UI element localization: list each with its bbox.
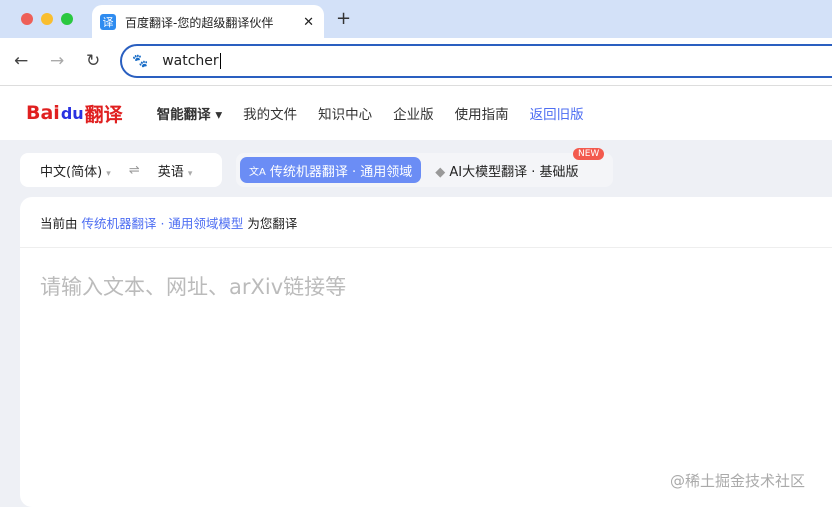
- menu-old-version[interactable]: 返回旧版: [530, 103, 584, 123]
- swap-icon[interactable]: ⇌: [129, 163, 140, 178]
- language-selector: 中文(简体) ▾ ⇌ 英语 ▾: [20, 153, 222, 187]
- model-link[interactable]: 传统机器翻译 · 通用领域模型: [82, 216, 244, 231]
- menu-smart-translate[interactable]: 智能翻译 ▾: [157, 103, 222, 123]
- site-paw-icon: 🐾: [132, 53, 149, 69]
- site-header: Bai du 翻译 智能翻译 ▾ 我的文件 知识中心 企业版 使用指南 返回旧版: [0, 86, 832, 140]
- tab-bar: 译 百度翻译-您的超级翻译伙伴 ✕ +: [0, 0, 832, 39]
- back-icon[interactable]: ←: [14, 51, 28, 71]
- maximize-window-button[interactable]: [61, 13, 73, 25]
- address-bar[interactable]: 🐾 watcher: [120, 44, 832, 78]
- menu-my-files[interactable]: 我的文件: [243, 103, 297, 123]
- close-tab-icon[interactable]: ✕: [303, 15, 314, 30]
- new-tab-button[interactable]: +: [336, 8, 351, 29]
- favicon-icon: 译: [100, 14, 116, 30]
- browser-tab[interactable]: 译 百度翻译-您的超级翻译伙伴 ✕: [92, 5, 324, 39]
- source-language[interactable]: 中文(简体) ▾: [40, 161, 111, 180]
- input-panel: 当前由 传统机器翻译 · 通用领域模型 为您翻译 请输入文本、网址、arXiv链…: [20, 197, 832, 507]
- translate-icon: 文A: [249, 166, 266, 178]
- divider: [20, 247, 832, 248]
- browser-toolbar: ← → ↻ 🐾 watcher: [0, 38, 832, 86]
- watermark: @稀土掘金技术社区: [670, 472, 806, 490]
- mode-traditional[interactable]: 文A 传统机器翻译 · 通用领域: [240, 157, 422, 183]
- menu-guide[interactable]: 使用指南: [455, 103, 509, 123]
- mode-switch: 文A 传统机器翻译 · 通用领域 ◆ AI大模型翻译 · 基础版: [236, 153, 613, 187]
- close-window-button[interactable]: [21, 13, 33, 25]
- main-menu: 智能翻译 ▾ 我的文件 知识中心 企业版 使用指南 返回旧版: [157, 103, 584, 123]
- reload-icon[interactable]: ↻: [86, 51, 100, 71]
- forward-icon[interactable]: →: [50, 51, 64, 71]
- model-info: 当前由 传统机器翻译 · 通用领域模型 为您翻译: [40, 216, 298, 231]
- menu-enterprise[interactable]: 企业版: [393, 103, 434, 123]
- tab-title: 百度翻译-您的超级翻译伙伴: [125, 15, 274, 30]
- address-input[interactable]: watcher: [162, 53, 221, 69]
- mode-ai[interactable]: ◆ AI大模型翻译 · 基础版: [435, 161, 578, 180]
- menu-knowledge[interactable]: 知识中心: [318, 103, 372, 123]
- cube-icon: ◆: [435, 164, 446, 180]
- source-text-input[interactable]: 请输入文本、网址、arXiv链接等: [40, 271, 346, 301]
- minimize-window-button[interactable]: [41, 13, 53, 25]
- baidu-logo[interactable]: Bai du 翻译: [26, 100, 123, 127]
- target-language[interactable]: 英语 ▾: [158, 161, 193, 180]
- new-badge: NEW: [573, 148, 605, 160]
